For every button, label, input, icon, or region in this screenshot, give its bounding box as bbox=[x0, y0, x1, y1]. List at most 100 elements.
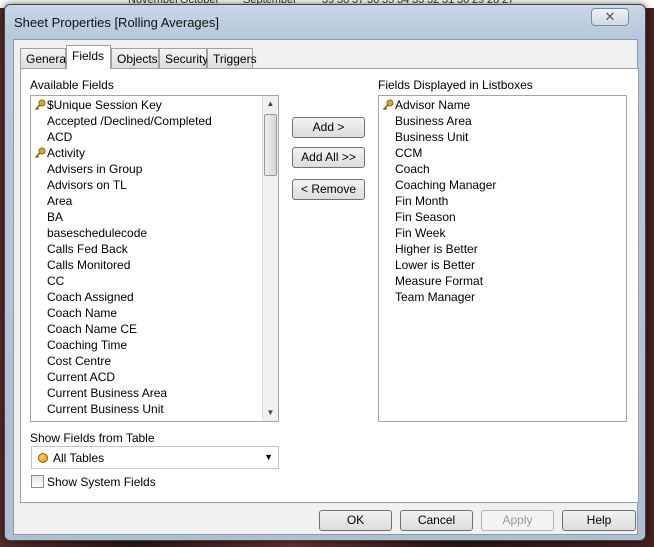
add-all-button[interactable]: Add All >> bbox=[292, 147, 365, 168]
sheet-properties-dialog: Sheet Properties [Rolling Averages] ✕ Ge… bbox=[4, 4, 646, 541]
list-item-label: CCM bbox=[395, 146, 423, 160]
list-item[interactable]: Coach Name CE bbox=[31, 321, 278, 337]
displayed-fields-label: Fields Displayed in Listboxes bbox=[378, 78, 533, 92]
scrollbar[interactable]: ▲ ▼ bbox=[262, 96, 278, 421]
background-header-cell: 33 bbox=[412, 0, 425, 6]
background-header-cell: 35 bbox=[382, 0, 395, 6]
list-item-label: Fin Season bbox=[395, 210, 456, 224]
list-item-label: Accepted /Declined/Completed bbox=[47, 114, 212, 128]
list-item[interactable]: Accepted /Declined/Completed bbox=[31, 113, 278, 129]
available-fields-list[interactable]: $Unique Session Key Accepted /Declined/Co… bbox=[30, 95, 279, 422]
list-item-label: Coach Name CE bbox=[47, 322, 138, 336]
background-header-cell: 31 bbox=[442, 0, 455, 6]
list-item[interactable]: Business Area bbox=[379, 113, 626, 129]
list-item-label: BA bbox=[47, 210, 64, 224]
list-item-label: $Unique Session Key bbox=[47, 98, 162, 112]
list-item[interactable]: baseschedulecode bbox=[31, 225, 278, 241]
close-button[interactable]: ✕ bbox=[591, 8, 629, 26]
displayed-fields-list[interactable]: Advisor Name Business Area Business Unit CC… bbox=[378, 95, 627, 422]
background-header-cell: November bbox=[128, 0, 179, 6]
list-item[interactable]: Calls Monitored bbox=[31, 257, 278, 273]
background-header-cell: October bbox=[180, 0, 220, 6]
list-item[interactable]: CCM bbox=[379, 145, 626, 161]
list-item[interactable]: Current Business Area bbox=[31, 385, 278, 401]
background-header-cell: 29 bbox=[472, 0, 485, 6]
list-item[interactable]: Higher is Better bbox=[379, 241, 626, 257]
tab-triggers[interactable]: Triggers bbox=[207, 48, 257, 68]
key-icon bbox=[34, 99, 46, 111]
list-item-label: Activity bbox=[47, 146, 86, 160]
scroll-thumb[interactable] bbox=[264, 114, 277, 176]
list-item-label: Cost Centre bbox=[47, 354, 112, 368]
list-item[interactable]: Team Manager bbox=[379, 289, 626, 305]
list-item-label: Coach Name bbox=[47, 306, 118, 320]
list-item-label: Current Business Unit bbox=[47, 402, 164, 416]
cancel-button[interactable]: Cancel bbox=[400, 510, 473, 531]
list-item[interactable]: Business Unit bbox=[379, 129, 626, 145]
tab-fields[interactable]: Fields bbox=[66, 45, 111, 69]
show-system-fields-label[interactable]: Show System Fields bbox=[47, 475, 156, 489]
list-item-label: Advisor Name bbox=[395, 98, 471, 112]
list-item[interactable]: Current ACD bbox=[31, 369, 278, 385]
list-item[interactable]: Area bbox=[31, 193, 278, 209]
tab-general[interactable]: General bbox=[20, 48, 69, 68]
list-item-label: Advisors on TL bbox=[47, 178, 127, 192]
list-item[interactable]: CC bbox=[31, 273, 278, 289]
list-item-label: Measure Format bbox=[395, 274, 484, 288]
list-item-label: Current Business Area bbox=[47, 386, 168, 400]
background-header-cell: 30 bbox=[457, 0, 470, 6]
ok-button[interactable]: OK bbox=[319, 510, 392, 531]
list-item[interactable]: Cost Centre bbox=[31, 353, 278, 369]
list-item[interactable]: Coaching Manager bbox=[379, 177, 626, 193]
list-item[interactable]: $Unique Session Key bbox=[31, 97, 278, 113]
remove-button[interactable]: < Remove bbox=[292, 179, 365, 200]
list-item-label: Higher is Better bbox=[395, 242, 478, 256]
list-item[interactable]: Calls Fed Back bbox=[31, 241, 278, 257]
list-item-label: Coach Assigned bbox=[47, 290, 134, 304]
scroll-up-arrow-icon[interactable]: ▲ bbox=[263, 96, 278, 112]
help-button[interactable]: Help bbox=[562, 510, 636, 531]
list-item-label: Calls Fed Back bbox=[47, 242, 128, 256]
list-item-label: Lower is Better bbox=[395, 258, 476, 272]
list-item[interactable]: Fin Month bbox=[379, 193, 626, 209]
list-item[interactable]: BA bbox=[31, 209, 278, 225]
tab-security[interactable]: Security bbox=[159, 48, 208, 68]
list-item[interactable]: Activity bbox=[31, 145, 278, 161]
table-filter-dropdown[interactable]: All Tables ▼ bbox=[31, 446, 279, 469]
list-item[interactable]: Coach bbox=[379, 161, 626, 177]
list-item[interactable]: Fin Season bbox=[379, 209, 626, 225]
scroll-down-arrow-icon[interactable]: ▼ bbox=[263, 405, 278, 421]
add-button[interactable]: Add > bbox=[292, 117, 365, 138]
list-item-label: Coaching Time bbox=[47, 338, 128, 352]
list-item[interactable]: Advisers in Group bbox=[31, 161, 278, 177]
background-header-cell: 38 bbox=[337, 0, 350, 6]
close-icon: ✕ bbox=[604, 9, 616, 24]
show-fields-from-table-label: Show Fields from Table bbox=[30, 431, 155, 445]
show-system-fields-checkbox[interactable] bbox=[31, 475, 44, 488]
background-header-cell: 27 bbox=[502, 0, 515, 6]
list-item[interactable]: Advisors on TL bbox=[31, 177, 278, 193]
background-header-cell: 39 bbox=[322, 0, 335, 6]
apply-button[interactable]: Apply bbox=[481, 510, 554, 531]
background-header-cell: 28 bbox=[487, 0, 500, 6]
list-item[interactable]: Lower is Better bbox=[379, 257, 626, 273]
list-item-label: Business Area bbox=[395, 114, 472, 128]
tab-objects[interactable]: Objects bbox=[111, 48, 159, 68]
list-item-label: Team Manager bbox=[395, 290, 476, 304]
list-item[interactable]: Coach Assigned bbox=[31, 289, 278, 305]
list-item[interactable]: Fin Week bbox=[379, 225, 626, 241]
list-item[interactable]: Coach Name bbox=[31, 305, 278, 321]
list-item-label: CC bbox=[47, 274, 65, 288]
list-item-label: Advisers in Group bbox=[47, 162, 143, 176]
table-filter-value: All Tables bbox=[53, 451, 105, 465]
list-item[interactable]: Current Business Unit bbox=[31, 401, 278, 417]
background-header-cell: 34 bbox=[397, 0, 410, 6]
list-item[interactable]: Coaching Time bbox=[31, 337, 278, 353]
list-item-label: Coaching Manager bbox=[395, 178, 497, 192]
list-item[interactable]: Advisor Name bbox=[379, 97, 626, 113]
key-icon bbox=[34, 147, 46, 159]
list-item[interactable]: Measure Format bbox=[379, 273, 626, 289]
fields-panel: Available Fields Fields Displayed in Lis… bbox=[20, 68, 639, 503]
list-item-label: Area bbox=[47, 194, 73, 208]
list-item[interactable]: ACD bbox=[31, 129, 278, 145]
